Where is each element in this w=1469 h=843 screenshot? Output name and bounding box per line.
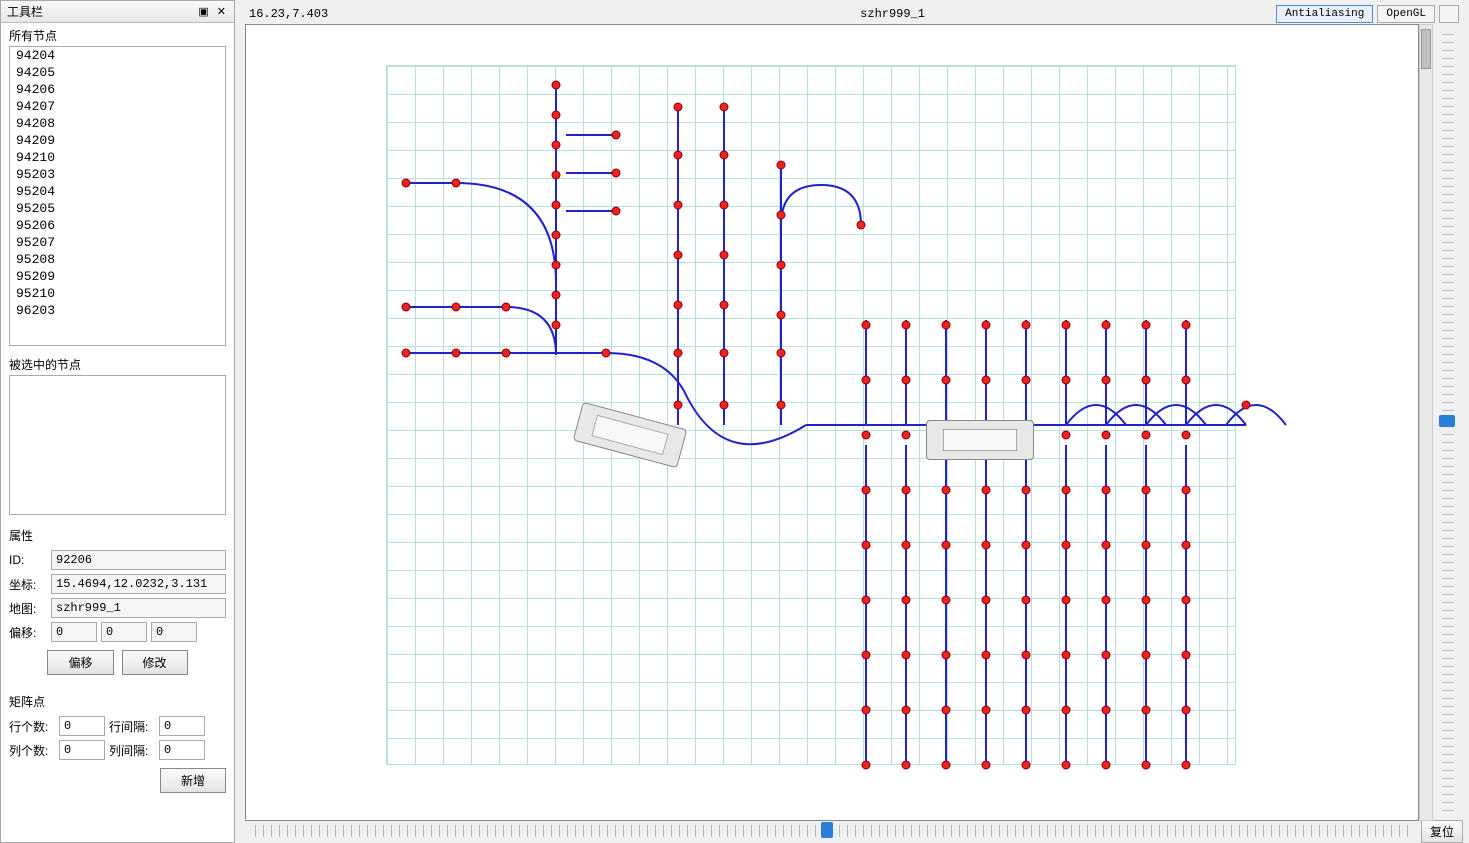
list-item[interactable]: 95210 bbox=[10, 285, 225, 302]
col-gap-field[interactable] bbox=[159, 740, 205, 760]
list-item[interactable]: 94207 bbox=[10, 98, 225, 115]
matrix-section: 行个数: 行间隔: 列个数: 列间隔: 新增 bbox=[9, 712, 226, 801]
offset-x-field[interactable] bbox=[51, 622, 97, 642]
matrix-label: 矩阵点 bbox=[1, 689, 234, 712]
row-gap-field[interactable] bbox=[159, 716, 205, 736]
list-item[interactable]: 95207 bbox=[10, 234, 225, 251]
list-item[interactable]: 94206 bbox=[10, 81, 225, 98]
vertical-scrollbar[interactable] bbox=[1419, 24, 1433, 821]
list-item[interactable]: 95204 bbox=[10, 183, 225, 200]
list-item[interactable]: 95206 bbox=[10, 217, 225, 234]
col-count-field[interactable] bbox=[59, 740, 105, 760]
offset-y-field[interactable] bbox=[101, 622, 147, 642]
id-field[interactable] bbox=[51, 550, 226, 570]
coord-field[interactable] bbox=[51, 574, 226, 594]
modify-button[interactable]: 修改 bbox=[122, 650, 188, 675]
properties-label: 属性 bbox=[1, 523, 234, 546]
dock-icon[interactable]: ▣ bbox=[196, 5, 210, 18]
canvas-header: 16.23,7.403 szhr999_1 Antialiasing OpenG… bbox=[245, 4, 1463, 24]
close-icon[interactable]: ✕ bbox=[215, 5, 228, 18]
list-item[interactable]: 94208 bbox=[10, 115, 225, 132]
row-count-label: 行个数: bbox=[9, 718, 55, 735]
toolbar-header: 工具栏 ▣ ✕ bbox=[1, 1, 234, 23]
coord-label: 坐标: bbox=[9, 576, 47, 593]
offset-button[interactable]: 偏移 bbox=[47, 650, 113, 675]
id-label: ID: bbox=[9, 553, 47, 567]
toolbar-title: 工具栏 bbox=[7, 3, 43, 20]
list-item[interactable]: 95205 bbox=[10, 200, 225, 217]
list-item[interactable]: 96203 bbox=[10, 302, 225, 319]
zoom-slider-vertical[interactable] bbox=[1442, 34, 1454, 811]
col-gap-label: 列间隔: bbox=[109, 742, 155, 759]
offset-label: 偏移: bbox=[9, 624, 47, 641]
list-item[interactable]: 94204 bbox=[10, 47, 225, 64]
col-count-label: 列个数: bbox=[9, 742, 55, 759]
map-file-name: szhr999_1 bbox=[509, 7, 1276, 21]
row-gap-label: 行间隔: bbox=[109, 718, 155, 735]
list-item[interactable]: 94209 bbox=[10, 132, 225, 149]
row-count-field[interactable] bbox=[59, 716, 105, 736]
list-item[interactable]: 94210 bbox=[10, 149, 225, 166]
list-item[interactable]: 95208 bbox=[10, 251, 225, 268]
toolbar-panel: 工具栏 ▣ ✕ 所有节点 942049420594206942079420894… bbox=[0, 0, 235, 843]
main-area: 16.23,7.403 szhr999_1 Antialiasing OpenG… bbox=[235, 0, 1469, 843]
reset-button[interactable]: 复位 bbox=[1421, 820, 1463, 843]
map-label: 地图: bbox=[9, 600, 47, 617]
zoom-slider-horizontal[interactable] bbox=[255, 825, 1411, 837]
list-item[interactable]: 95209 bbox=[10, 268, 225, 285]
selected-nodes-label: 被选中的节点 bbox=[1, 352, 234, 375]
list-item[interactable]: 94205 bbox=[10, 64, 225, 81]
vehicle-2 bbox=[926, 420, 1034, 460]
properties-section: ID: 坐标: 地图: 偏移: 偏移 修改 bbox=[9, 546, 226, 683]
offset-z-field[interactable] bbox=[151, 622, 197, 642]
selected-list[interactable] bbox=[9, 375, 226, 515]
path-overlay bbox=[246, 25, 1418, 820]
add-button[interactable]: 新增 bbox=[160, 768, 226, 793]
opengl-button[interactable]: OpenGL bbox=[1377, 5, 1435, 23]
antialiasing-button[interactable]: Antialiasing bbox=[1276, 5, 1373, 23]
empty-toggle-button[interactable] bbox=[1439, 5, 1459, 23]
all-nodes-label: 所有节点 bbox=[1, 23, 234, 46]
node-list[interactable]: 9420494205942069420794208942099421095203… bbox=[9, 46, 226, 346]
map-field[interactable] bbox=[51, 598, 226, 618]
list-item[interactable]: 95203 bbox=[10, 166, 225, 183]
cursor-coord: 16.23,7.403 bbox=[249, 7, 509, 21]
map-canvas[interactable] bbox=[245, 24, 1419, 821]
